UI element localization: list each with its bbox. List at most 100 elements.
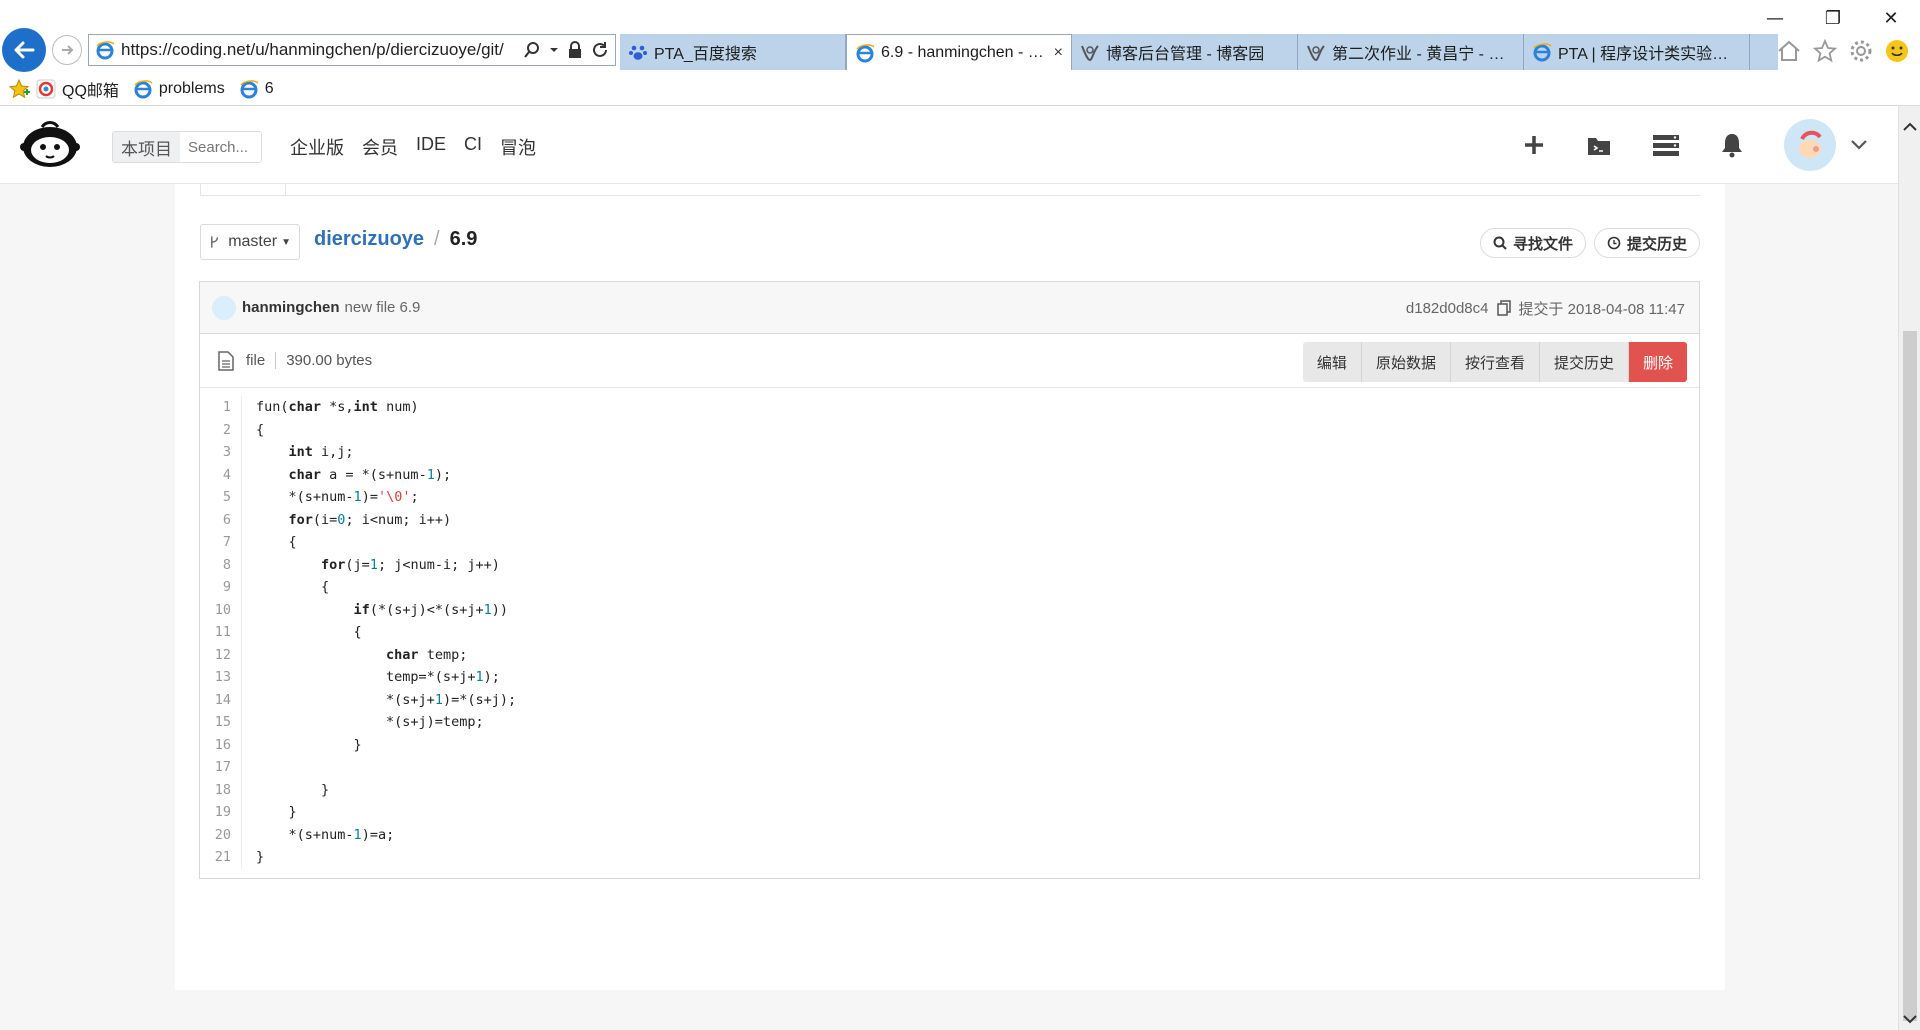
line-number[interactable]: 7 (200, 531, 242, 554)
code-line: 5 *(s+num-1)='\0'; (200, 486, 1699, 509)
search-input[interactable] (180, 138, 260, 156)
tab-homework[interactable]: 第二次作业 - 黄昌宁 - 博客... (1298, 34, 1524, 70)
raw-button[interactable]: 原始数据 (1361, 342, 1451, 382)
plus-icon[interactable] (1522, 133, 1546, 157)
code-text: char a = *(s+num-1); (288, 466, 452, 483)
commit-avatar[interactable] (212, 295, 236, 320)
close-window-button[interactable]: ✕ (1862, 0, 1920, 36)
nav-enterprise[interactable]: 企业版 (290, 134, 344, 160)
code-line: 4 char a = *(s+num-1); (200, 463, 1699, 486)
favorites-bar: QQ邮箱 problems 6 (0, 72, 1920, 106)
user-menu[interactable] (1784, 119, 1868, 171)
nav-ci[interactable]: CI (464, 134, 482, 160)
tab-pta[interactable]: PTA | 程序设计类实验辅助... (1524, 34, 1750, 70)
code-text: *(s+j+1)=*(s+j); (256, 691, 517, 708)
tab-baidu[interactable]: PTA_百度搜索 (620, 34, 846, 70)
minimize-button[interactable]: — (1746, 0, 1804, 36)
line-number[interactable]: 6 (200, 508, 242, 531)
line-number[interactable]: 12 (200, 643, 242, 666)
line-number[interactable]: 3 (200, 441, 242, 464)
code-text: for(j=1; j<num-i; j++) (321, 556, 500, 573)
scroll-up-icon[interactable] (1902, 120, 1918, 132)
line-number[interactable]: 17 (200, 756, 242, 779)
search-icon[interactable] (523, 41, 541, 59)
commit-author[interactable]: hanmingchen (242, 299, 340, 316)
commit-meta: d182d0d8c4 提交于 2018-04-08 11:47 (1406, 282, 1685, 334)
fav-problems[interactable]: problems (133, 79, 225, 99)
nav-ide[interactable]: IDE (416, 134, 446, 160)
breadcrumb-repo[interactable]: diercizuoye (314, 228, 424, 251)
blame-button[interactable]: 按行查看 (1450, 342, 1540, 382)
coding-monkey-logo-icon[interactable] (20, 120, 80, 170)
line-number[interactable]: 16 (200, 733, 242, 756)
site-header: 本项目 企业版 会员 IDE CI 冒泡 (0, 106, 1898, 184)
commit-message[interactable]: new file 6.9 (345, 299, 421, 316)
nav-bubble[interactable]: 冒泡 (500, 134, 536, 160)
line-number[interactable]: 19 (200, 801, 242, 824)
commit-hash[interactable]: d182d0d8c4 (1406, 300, 1489, 317)
line-number[interactable]: 20 (200, 823, 242, 846)
folder-terminal-icon[interactable] (1586, 133, 1612, 157)
line-number[interactable]: 4 (200, 463, 242, 486)
tab-cnblogs-admin[interactable]: 博客后台管理 - 博客园 (1072, 34, 1298, 70)
chevron-down-icon[interactable] (1850, 139, 1868, 151)
qqmail-icon (36, 79, 56, 98)
history-button[interactable]: 提交历史 (1539, 342, 1629, 382)
dropdown-icon[interactable] (549, 45, 559, 55)
address-bar[interactable]: https://coding.net/u/hanmingchen/p/dierc… (88, 34, 616, 66)
avatar[interactable] (1784, 119, 1836, 171)
line-number[interactable]: 14 (200, 688, 242, 711)
back-button[interactable] (2, 28, 46, 72)
scroll-down-icon[interactable] (1902, 1014, 1918, 1026)
line-number[interactable]: 1 (200, 396, 242, 419)
code-line: 17 (200, 756, 1699, 779)
server-list-icon[interactable] (1652, 133, 1680, 157)
new-tab-button[interactable] (1750, 34, 1778, 70)
fav-6[interactable]: 6 (239, 79, 274, 99)
cnblogs-icon (1081, 45, 1099, 62)
gear-icon[interactable] (1848, 38, 1874, 64)
scrollbar-thumb[interactable] (1903, 331, 1917, 1021)
favorites-star-icon[interactable] (8, 78, 30, 100)
line-number[interactable]: 21 (200, 846, 242, 869)
ie-icon (1533, 43, 1552, 62)
browser-tabs: PTA_百度搜索 6.9 - hanmingchen - d... × 博客后台… (620, 34, 1778, 70)
line-number[interactable]: 2 (200, 418, 242, 441)
find-file-button[interactable]: 寻找文件 (1479, 228, 1586, 258)
page-scrollbar[interactable] (1898, 106, 1920, 1030)
edit-button[interactable]: 编辑 (1302, 342, 1362, 382)
home-icon[interactable] (1776, 38, 1802, 64)
line-number[interactable]: 15 (200, 711, 242, 734)
branch-selector[interactable]: master ▼ (200, 224, 300, 260)
search-scope-label[interactable]: 本项目 (113, 132, 180, 162)
line-number[interactable]: 13 (200, 666, 242, 689)
file-type: file (246, 352, 277, 369)
line-number[interactable]: 8 (200, 553, 242, 576)
nav-membership[interactable]: 会员 (362, 134, 398, 160)
address-text[interactable]: https://coding.net/u/hanmingchen/p/dierc… (121, 40, 523, 60)
project-search[interactable]: 本项目 (112, 131, 262, 163)
code-text: { (256, 534, 297, 550)
code-text: *(s+num-1)='\0'; (256, 489, 419, 505)
line-number[interactable]: 10 (200, 598, 242, 621)
restore-button[interactable]: ❐ (1804, 0, 1862, 36)
star-icon[interactable] (1812, 38, 1838, 64)
tab-coding-file[interactable]: 6.9 - hanmingchen - d... × (846, 34, 1072, 70)
window-controls: — ❐ ✕ (1746, 0, 1920, 36)
copy-icon[interactable] (1496, 300, 1511, 316)
forward-button[interactable] (52, 35, 82, 65)
code-view[interactable]: 1 fun(char *s,int num) 2{3 int i,j; 4 char … (200, 388, 1699, 869)
delete-button[interactable]: 删除 (1628, 342, 1687, 382)
line-number[interactable]: 5 (200, 486, 242, 509)
code-line: 21} (200, 846, 1699, 869)
commit-history-button[interactable]: 提交历史 (1593, 228, 1700, 258)
smiley-icon[interactable] (1884, 38, 1910, 64)
line-number[interactable]: 18 (200, 778, 242, 801)
line-number[interactable]: 11 (200, 621, 242, 644)
bell-icon[interactable] (1720, 132, 1744, 158)
line-number[interactable]: 9 (200, 576, 242, 599)
fav-qqmail[interactable]: QQ邮箱 (36, 77, 119, 101)
refresh-icon[interactable] (591, 41, 609, 59)
tab-close-button[interactable]: × (1054, 44, 1063, 62)
lock-icon[interactable] (567, 41, 583, 59)
